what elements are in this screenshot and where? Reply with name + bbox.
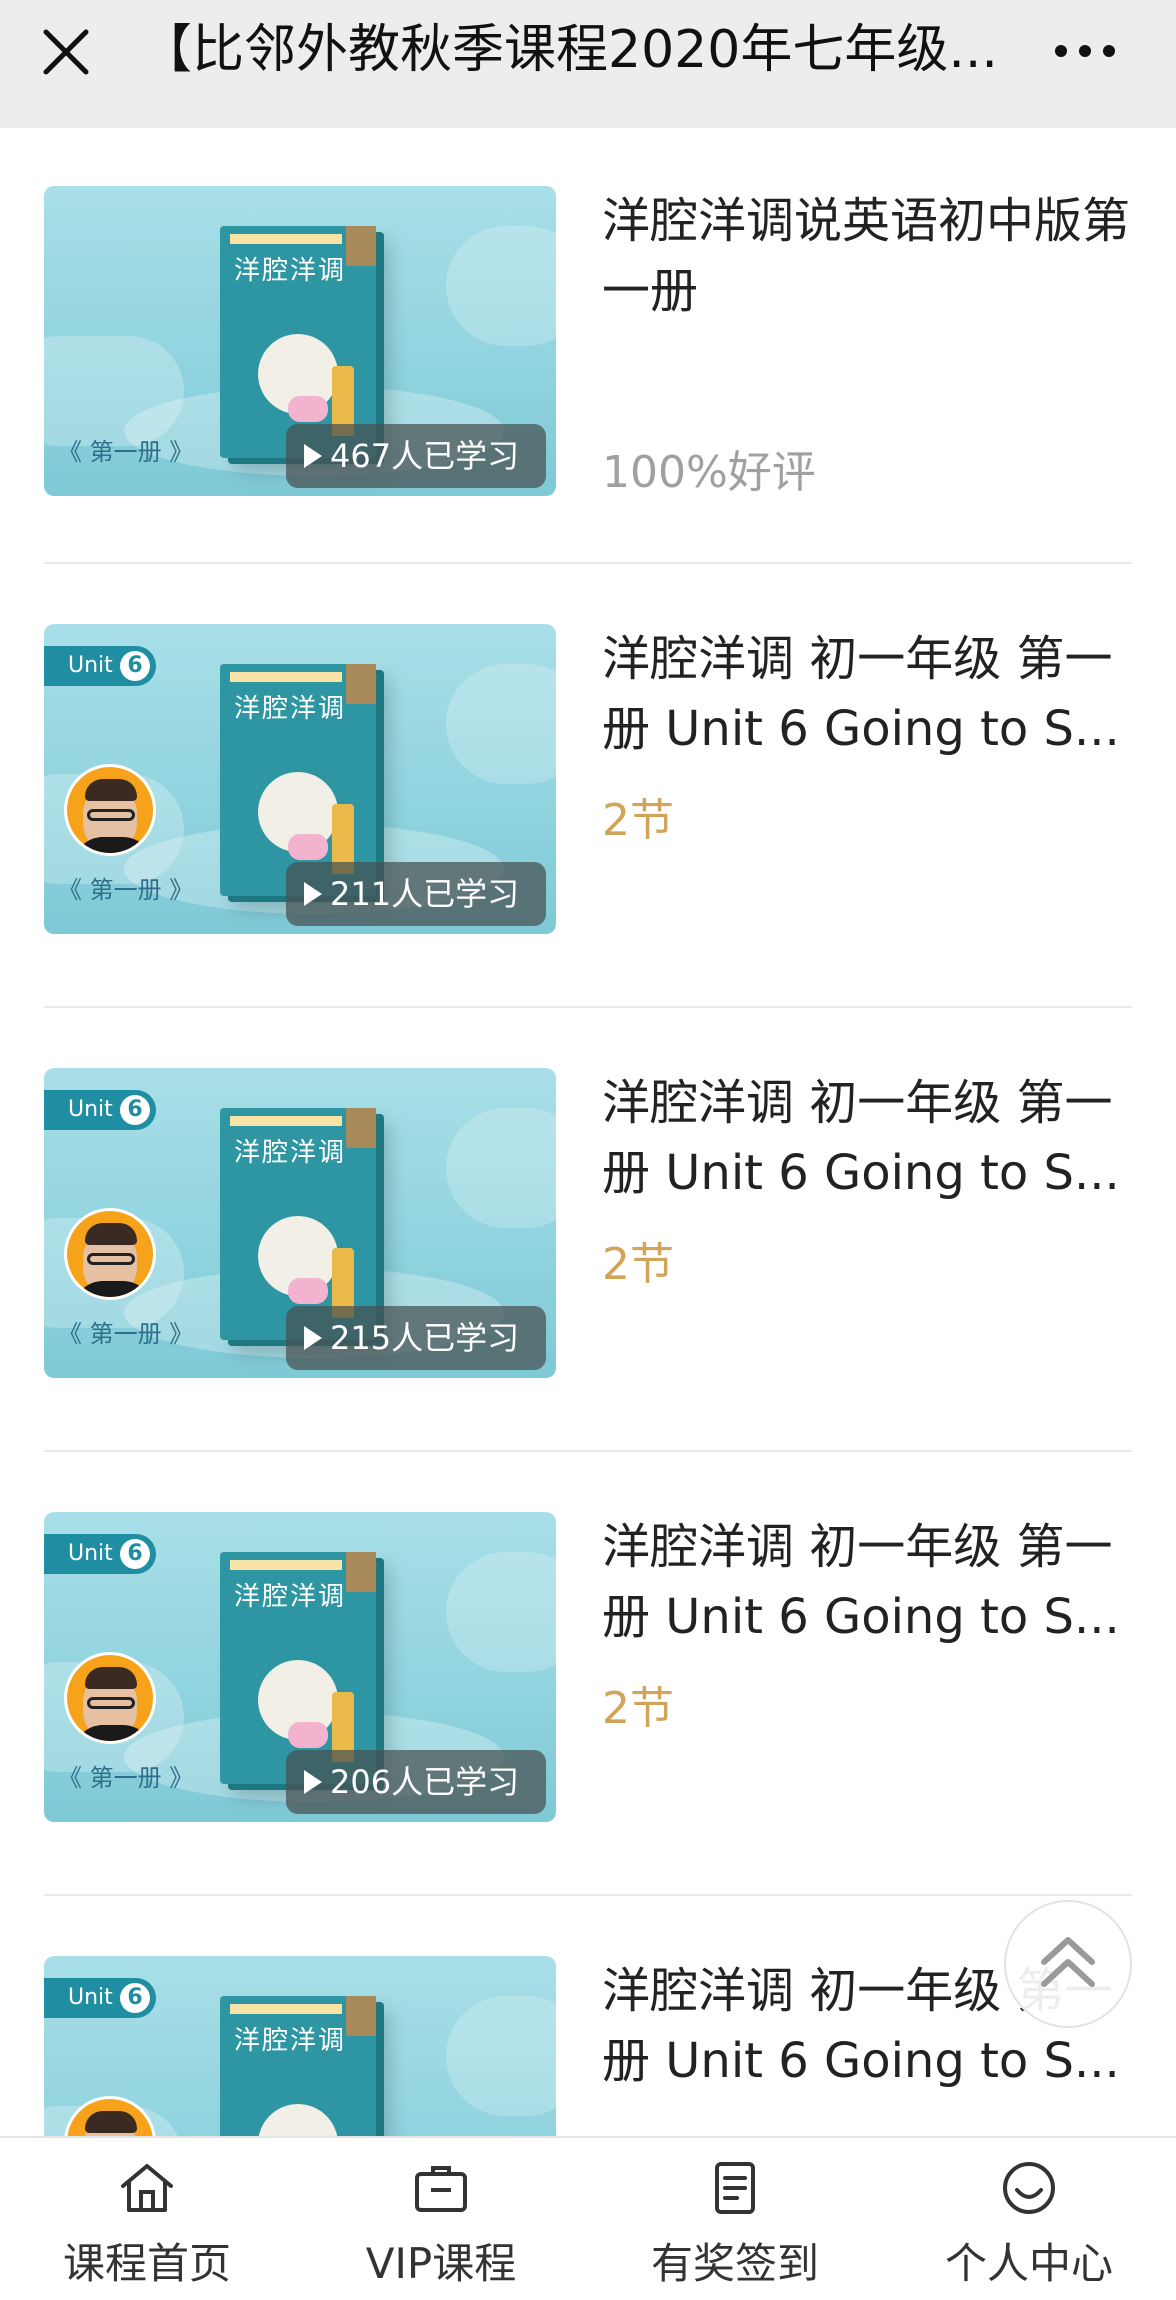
course-rating: 100%好评 (602, 447, 816, 498)
lesson-count: 2节 (602, 1683, 674, 1734)
teacher-avatar (64, 764, 156, 856)
book-illustration (288, 396, 328, 422)
course-info[interactable]: 洋腔洋调 初一年级 第一册 Unit 6 Going to S... 2节 (602, 1512, 1132, 1822)
volume-label: 《 第一册 》 (58, 1764, 194, 1792)
cloud-decoration (446, 1108, 556, 1228)
course-item[interactable]: 洋腔洋调 Unit 6 洋腔洋调 初一年级 第一册 Unit 6 Going t… (44, 1956, 1132, 2136)
learners-badge: 215人已学习 (286, 1306, 546, 1370)
book-illustration (288, 1722, 328, 1748)
course-title: 洋腔洋调 初一年级 第一册 Unit 6 Going to S... (602, 1075, 1120, 1201)
briefcase-icon (409, 2156, 473, 2220)
home-icon (115, 2156, 179, 2220)
unit-number: 6 (120, 1983, 150, 2013)
book-title: 洋腔洋调 (234, 1582, 347, 1612)
volume-label: 《 第一册 》 (58, 1320, 194, 1348)
cloud-decoration (446, 1552, 556, 1672)
learners-badge: 467人已学习 (286, 424, 546, 488)
learners-count: 467人已学习 (330, 437, 520, 475)
course-info[interactable]: 洋腔洋调 初一年级 第一册 Unit 6 Going to S... 2节 (602, 1068, 1132, 1378)
close-icon[interactable] (36, 22, 96, 82)
course-item[interactable]: 洋腔洋调 Unit 6 《 第一册 》 206人已学习 洋腔洋调 初一年级 第一… (44, 1512, 1132, 1822)
course-item[interactable]: 洋腔洋调 Unit 6 《 第一册 》 215人已学习 洋腔洋调 初一年级 第一… (44, 1068, 1132, 1378)
back-to-top-button[interactable] (1004, 1900, 1132, 2028)
course-title: 洋腔洋调说英语初中版第一册 (602, 193, 1131, 319)
book-title: 洋腔洋调 (234, 1138, 347, 1168)
course-thumbnail[interactable]: 洋腔洋调 Unit 6 《 第一册 》 211人已学习 (44, 624, 556, 934)
cloud-decoration (446, 1996, 556, 2116)
learners-badge: 206人已学习 (286, 1750, 546, 1814)
book-illustration (288, 1278, 328, 1304)
course-thumbnail[interactable]: 洋腔洋调 Unit 6 《 第一册 》 206人已学习 (44, 1512, 556, 1822)
divider (44, 1894, 1132, 1896)
book-illustration (258, 2104, 338, 2136)
book-top-strip (230, 672, 342, 682)
document-icon (703, 2156, 767, 2220)
unit-badge: Unit 6 (44, 1978, 156, 2018)
page-title: 【比邻外教秋季课程2020年七年级... (140, 20, 998, 80)
tab-label: VIP课程 (365, 2239, 517, 2288)
book-top-strip (230, 234, 342, 244)
unit-label: Unit (68, 653, 113, 678)
divider (44, 1006, 1132, 1008)
tab-label: 课程首页 (62, 2239, 231, 2288)
tab-course-home[interactable]: 课程首页 (0, 2138, 294, 2300)
book-title: 洋腔洋调 (234, 694, 347, 724)
course-item[interactable]: 洋腔洋调 《 第一册 》 467人已学习 洋腔洋调说英语初中版第一册 100%好… (44, 186, 1132, 498)
play-icon (304, 444, 322, 468)
book-cover: 洋腔洋调 (220, 1996, 376, 2136)
book-illustration (288, 834, 328, 860)
book-top-strip (230, 1116, 342, 1126)
book-title: 洋腔洋调 (234, 256, 347, 286)
top-nav-bar: 【比邻外教秋季课程2020年七年级... (0, 0, 1176, 128)
learners-count: 206人已学习 (330, 1763, 520, 1801)
book-top-strip (230, 2004, 342, 2014)
course-item[interactable]: 洋腔洋调 Unit 6 《 第一册 》 211人已学习 洋腔洋调 初一年级 第一… (44, 624, 1132, 934)
unit-badge: Unit 6 (44, 646, 156, 686)
course-info[interactable]: 洋腔洋调说英语初中版第一册 100%好评 (602, 186, 1132, 498)
volume-label: 《 第一册 》 (58, 438, 194, 466)
unit-badge: Unit 6 (44, 1534, 156, 1574)
unit-label: Unit (68, 1541, 113, 1566)
tab-personal-center[interactable]: 个人中心 (882, 2138, 1176, 2300)
divider (44, 1450, 1132, 1452)
unit-label: Unit (68, 1097, 113, 1122)
book-top-strip (230, 1560, 342, 1570)
unit-label: Unit (68, 1985, 113, 2010)
course-thumbnail[interactable]: 洋腔洋调 《 第一册 》 467人已学习 (44, 186, 556, 496)
course-list: 洋腔洋调 《 第一册 》 467人已学习 洋腔洋调说英语初中版第一册 100%好… (0, 128, 1176, 2136)
tab-label: 有奖签到 (650, 2239, 819, 2288)
play-icon (304, 882, 322, 906)
bottom-tab-bar: 课程首页 VIP课程 有奖签到 个人中心 (0, 2136, 1176, 2300)
course-title: 洋腔洋调 初一年级 第一册 Unit 6 Going to S... (602, 1519, 1120, 1645)
play-icon (304, 1770, 322, 1794)
unit-badge: Unit 6 (44, 1090, 156, 1130)
tab-label: 个人中心 (944, 2239, 1113, 2288)
unit-number: 6 (120, 1539, 150, 1569)
book-title: 洋腔洋调 (234, 2026, 347, 2056)
smiley-icon (997, 2156, 1061, 2220)
course-thumbnail[interactable]: 洋腔洋调 Unit 6 《 第一册 》 215人已学习 (44, 1068, 556, 1378)
double-chevron-up-icon (1036, 1934, 1100, 1994)
course-thumbnail[interactable]: 洋腔洋调 Unit 6 (44, 1956, 556, 2136)
more-dots-icon[interactable] (1050, 28, 1120, 74)
cloud-decoration (446, 664, 556, 784)
tab-checkin-rewards[interactable]: 有奖签到 (588, 2138, 882, 2300)
unit-number: 6 (120, 1095, 150, 1125)
teacher-avatar (64, 1652, 156, 1744)
lesson-count: 2节 (602, 795, 674, 846)
tab-vip-courses[interactable]: VIP课程 (294, 2138, 588, 2300)
learners-badge: 211人已学习 (286, 862, 546, 926)
cloud-decoration (446, 226, 556, 346)
volume-label: 《 第一册 》 (58, 876, 194, 904)
teacher-avatar (64, 1208, 156, 1300)
course-info[interactable]: 洋腔洋调 初一年级 第一册 Unit 6 Going to S... 2节 (602, 624, 1132, 934)
course-title: 洋腔洋调 初一年级 第一册 Unit 6 Going to S... (602, 631, 1120, 757)
teacher-avatar (64, 2096, 156, 2136)
play-icon (304, 1326, 322, 1350)
learners-count: 211人已学习 (330, 875, 520, 913)
unit-number: 6 (120, 651, 150, 681)
learners-count: 215人已学习 (330, 1319, 520, 1357)
lesson-count: 2节 (602, 1239, 674, 1290)
divider (44, 562, 1132, 564)
